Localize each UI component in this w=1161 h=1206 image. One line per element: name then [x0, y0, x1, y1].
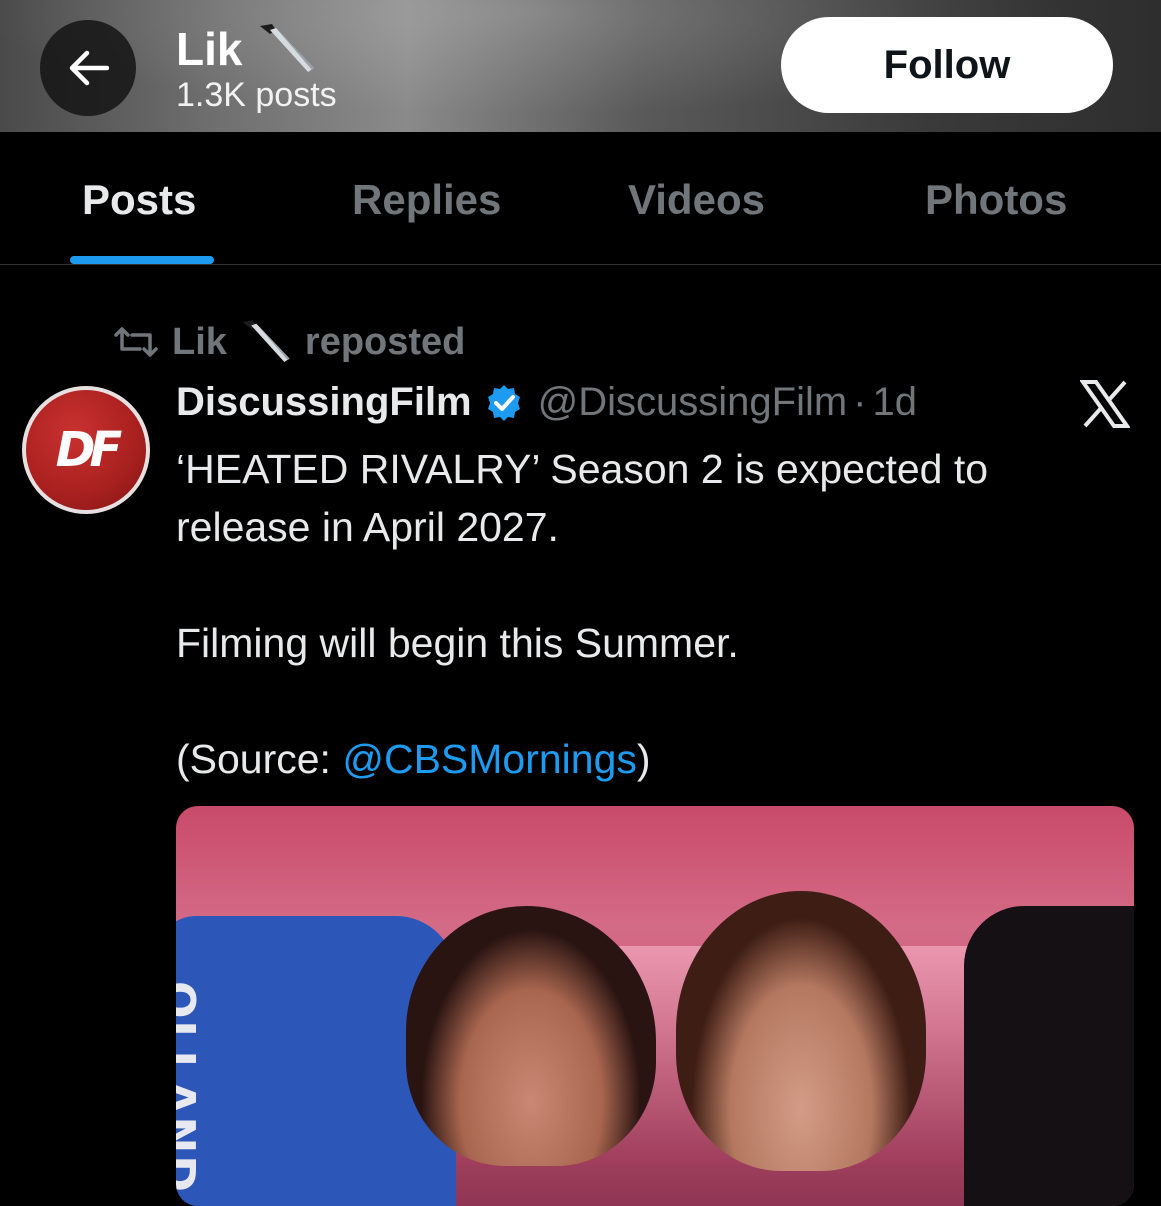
tab-replies[interactable]: Replies	[352, 176, 501, 224]
repost-user: Lik	[172, 320, 227, 363]
follow-button[interactable]: Follow	[781, 17, 1113, 113]
tweet-body: ‘HEATED RIVALRY’ Season 2 is expected to…	[176, 440, 1126, 788]
repost-label: reposted	[304, 320, 466, 363]
tab-videos[interactable]: Videos	[628, 176, 765, 224]
author-name[interactable]: DiscussingFilm	[176, 380, 472, 425]
media-jersey-text: OLLAND	[176, 981, 204, 1194]
knife-icon	[242, 320, 290, 363]
mention-link[interactable]: @CBSMornings	[342, 736, 637, 782]
repost-context[interactable]: Lik reposted	[112, 318, 465, 366]
verified-badge-icon	[487, 384, 520, 421]
tab-posts[interactable]: Posts	[82, 176, 196, 224]
knife-icon	[260, 24, 315, 72]
profile-header: Lik 1.3K posts Follow	[0, 0, 1161, 132]
x-logo-icon	[1079, 380, 1131, 433]
media-figure-right	[676, 891, 926, 1171]
tweet-text-line1: ‘HEATED RIVALRY’ Season 2 is expected to…	[176, 446, 989, 550]
tweet-text-line2: Filming will begin this Summer.	[176, 620, 739, 666]
back-button[interactable]	[40, 20, 136, 116]
author-avatar[interactable]: DF	[22, 386, 150, 514]
tweet-media-image[interactable]: OLLAND	[176, 806, 1134, 1206]
avatar-logo-text: DF	[55, 422, 123, 478]
post-count: 1.3K posts	[176, 76, 337, 114]
separator-dot: ·	[853, 380, 867, 424]
profile-name-text: Lik	[176, 23, 243, 75]
media-figure-left	[406, 906, 656, 1166]
author-handle[interactable]: @DiscussingFilm	[538, 380, 848, 425]
media-shadow	[964, 906, 1134, 1206]
post-time[interactable]: 1d	[872, 380, 917, 425]
tweet-source: (Source: @CBSMornings)	[176, 730, 1126, 788]
profile-tabs: Posts Replies Videos Photos	[0, 132, 1161, 265]
repost-icon	[114, 327, 158, 357]
tab-photos[interactable]: Photos	[925, 176, 1067, 224]
arrow-left-icon	[69, 50, 109, 86]
active-tab-indicator	[70, 256, 214, 264]
author-line: DiscussingFilm @DiscussingFilm · 1d	[176, 380, 917, 425]
source-suffix: )	[636, 736, 651, 782]
profile-name: Lik	[176, 22, 318, 76]
source-prefix: (Source:	[176, 736, 343, 782]
